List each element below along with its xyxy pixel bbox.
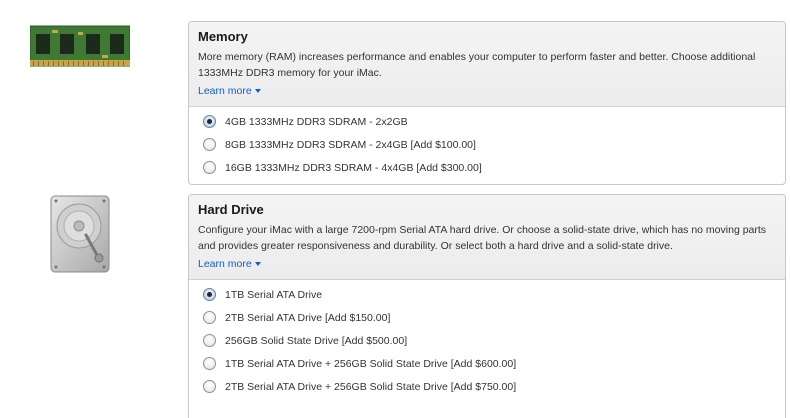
radio-button[interactable] bbox=[203, 380, 216, 393]
radio-button-selected[interactable] bbox=[203, 288, 216, 301]
hard-drive-option[interactable]: 1TB Serial ATA Drive bbox=[203, 283, 771, 306]
memory-option[interactable]: 4GB 1333MHz DDR3 SDRAM - 2x2GB bbox=[203, 110, 771, 133]
hard-drive-option[interactable]: 256GB Solid State Drive [Add $500.00] bbox=[203, 329, 771, 352]
caret-down-icon bbox=[254, 89, 261, 94]
hard-drive-header: Hard Drive Configure your iMac with a la… bbox=[189, 195, 785, 280]
memory-learn-more-label: Learn more bbox=[198, 85, 252, 97]
memory-option-label: 4GB 1333MHz DDR3 SDRAM - 2x2GB bbox=[225, 115, 408, 128]
radio-button[interactable] bbox=[203, 138, 216, 151]
memory-option[interactable]: 8GB 1333MHz DDR3 SDRAM - 2x4GB [Add $100… bbox=[203, 133, 771, 156]
radio-button[interactable] bbox=[203, 357, 216, 370]
radio-button[interactable] bbox=[203, 311, 216, 324]
hard-drive-option-label: 1TB Serial ATA Drive bbox=[225, 288, 323, 301]
memory-learn-more-link[interactable]: Learn more bbox=[198, 83, 261, 99]
hard-drive-learn-more-label: Learn more bbox=[198, 258, 252, 270]
hard-drive-options: 1TB Serial ATA Drive 2TB Serial ATA Driv… bbox=[189, 280, 785, 398]
radio-button[interactable] bbox=[203, 161, 216, 174]
radio-button-selected[interactable] bbox=[203, 115, 216, 128]
hard-drive-description: Configure your iMac with a large 7200-rp… bbox=[198, 224, 767, 252]
hard-drive-option-label: 2TB Serial ATA Drive + 256GB Solid State… bbox=[225, 380, 517, 393]
hard-drive-icon bbox=[50, 195, 110, 273]
hard-drive-option[interactable]: 2TB Serial ATA Drive [Add $150.00] bbox=[203, 306, 771, 329]
memory-description: More memory (RAM) increases performance … bbox=[198, 51, 756, 79]
memory-panel: Memory More memory (RAM) increases perfo… bbox=[188, 21, 786, 185]
memory-option-label: 8GB 1333MHz DDR3 SDRAM - 2x4GB [Add $100… bbox=[225, 138, 476, 151]
hard-drive-title: Hard Drive bbox=[198, 202, 264, 217]
memory-options: 4GB 1333MHz DDR3 SDRAM - 2x2GB 8GB 1333M… bbox=[189, 107, 785, 179]
hard-drive-option-label: 2TB Serial ATA Drive [Add $150.00] bbox=[225, 311, 391, 324]
ram-module-icon bbox=[29, 24, 131, 68]
hard-drive-option-label: 1TB Serial ATA Drive + 256GB Solid State… bbox=[225, 357, 517, 370]
memory-header: Memory More memory (RAM) increases perfo… bbox=[189, 22, 785, 107]
hard-drive-option[interactable]: 1TB Serial ATA Drive + 256GB Solid State… bbox=[203, 352, 771, 375]
hard-drive-option[interactable]: 2TB Serial ATA Drive + 256GB Solid State… bbox=[203, 375, 771, 398]
hard-drive-learn-more-link[interactable]: Learn more bbox=[198, 256, 261, 272]
memory-option-label: 16GB 1333MHz DDR3 SDRAM - 4x4GB [Add $30… bbox=[225, 161, 482, 174]
radio-button[interactable] bbox=[203, 334, 216, 347]
caret-down-icon bbox=[254, 262, 261, 267]
memory-option[interactable]: 16GB 1333MHz DDR3 SDRAM - 4x4GB [Add $30… bbox=[203, 156, 771, 179]
memory-title: Memory bbox=[198, 29, 248, 44]
hard-drive-option-label: 256GB Solid State Drive [Add $500.00] bbox=[225, 334, 408, 347]
hard-drive-panel: Hard Drive Configure your iMac with a la… bbox=[188, 194, 786, 418]
